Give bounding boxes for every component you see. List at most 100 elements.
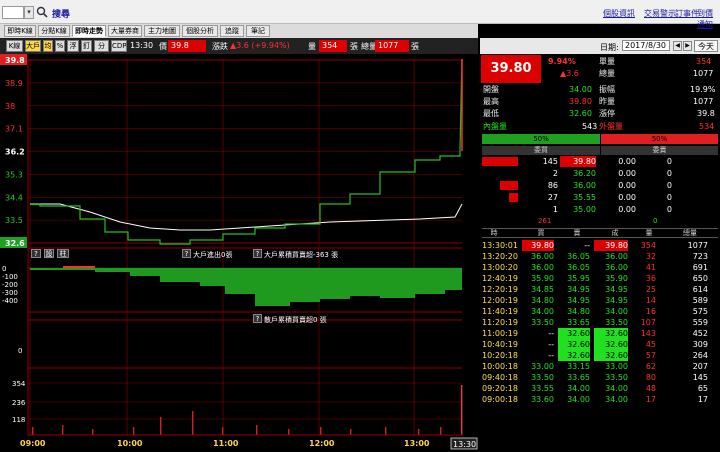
tab-5[interactable]: 個股分析 [182,25,218,37]
outer-ratio-bar: 50% [601,134,718,144]
trade-cell: 35.90 [531,274,554,283]
date-input[interactable]: 2017/8/30 [622,40,670,51]
trade-cell: 36 [645,274,656,283]
flow-tick-label: -300 [2,289,18,297]
help-button-4[interactable]: ? [253,314,262,323]
trade-row: 11:40:19 34.00 34.80 34.00 16 575 [482,306,718,317]
trade-cell: 36.05 [567,252,590,261]
trade-cell: 650 [692,274,708,283]
next-day-button[interactable]: ▶ [683,41,692,51]
trade-cell: 65 [697,384,708,393]
tab-3[interactable]: 大量券商 [108,25,142,37]
volume-label: 量 [308,42,316,51]
trade-cell: 33.50 [531,373,554,382]
bar-toggle-button[interactable]: 柱 [57,249,69,258]
tab-1[interactable]: 分點K線 [38,25,70,37]
toolbar-button-1[interactable]: 大戶 [25,40,41,52]
tab-4[interactable]: 主力地圖 [144,25,180,37]
trade-cell: 723 [692,252,708,261]
total-value: 1077 [375,40,409,52]
trade-cell: 48 [645,384,656,393]
tab-2[interactable]: 即時走勢 [72,25,106,37]
volume-bar [320,427,322,435]
help-button-2[interactable]: ? [182,249,191,258]
link-trade-alert[interactable]: 交易警示 [644,8,676,19]
stock-code-input[interactable] [2,6,24,19]
order-book-cell: 145 [542,157,558,166]
trade-header-cell: 量 [645,229,653,237]
trade-header-cell: 總量 [683,229,697,237]
trade-cell: 17 [697,395,708,404]
trade-header-cell: 時 [490,229,498,237]
help-button[interactable]: ? [31,249,41,258]
trade-row: 13:20:20 36.00 36.05 36.00 32 723 [482,251,718,262]
intraday-chart[interactable]: 39.838.93837.136.235.334.433.532.6 0-100… [0,54,478,452]
trade-cell: 36.00 [531,263,554,272]
tab-0[interactable]: 即時K線 [4,25,36,37]
trade-cell: 16 [645,307,656,316]
trade-cell: 614 [692,285,708,294]
trade-cell: 107 [640,318,656,327]
search-label[interactable]: 搜尋 [52,7,70,20]
tab-7[interactable]: 筆記 [246,25,270,37]
trade-cell: 45 [645,340,656,349]
settings-button[interactable]: 設 [44,249,54,258]
toolbar-button-7[interactable]: CDP [111,40,127,52]
time-tick-label: 11:00 [213,439,239,448]
tab-6[interactable]: 追蹤 [220,25,244,37]
trade-cell: 11:40:19 [482,307,518,316]
trade-cell: 36.00 [531,252,554,261]
toolbar-time: 13:30 [130,41,154,50]
inner-volume-label: 內盤量 [483,122,507,131]
volume-bar [192,411,194,435]
toolbar-button-2[interactable]: 均 [43,40,53,52]
trade-cell: 33.60 [531,395,554,404]
trade-cell: 309 [692,340,708,349]
link-stock-info[interactable]: 個股資訊 [603,8,635,19]
trade-cell: 34.00 [605,395,628,404]
trade-row: 09:00:18 33.60 34.00 34.00 17 17 [482,394,718,405]
toolbar-button-0[interactable]: K線 [6,40,23,52]
link-price-alert[interactable]: 到價通知 [697,8,720,30]
trade-cell: -- [548,351,554,360]
trade-cell: 12:40:19 [482,274,518,283]
order-book-cell: 0.00 [618,169,636,178]
trade-cell: 33.65 [567,373,590,382]
order-book-cell: 86 [547,181,558,190]
trade-cell: 32.60 [558,328,590,339]
trade-cell: 207 [692,362,708,371]
order-book-cell: 2 [552,169,558,178]
toolbar-button-5[interactable]: 釘 [81,40,92,52]
order-book-row: 86 36.00 0.00 0 [482,180,718,191]
trade-row: 13:30:01 39.80 -- 39.80 354 1077 [482,240,718,251]
toolbar-button-6[interactable]: 分價 [94,40,109,61]
ask-total: 0 [653,217,658,225]
toolbar-button-3[interactable]: % [55,40,65,52]
trade-row: 12:20:19 34.85 34.95 34.95 25 614 [482,284,718,295]
mid-tick-label: 0 [18,347,22,355]
trade-cell: 33.65 [567,318,590,327]
volume-value: 354 [319,40,347,52]
prev-volume-label: 昨量 [599,97,615,106]
volume-bar [350,429,352,435]
trade-row: 11:00:19 -- 32.60 32.60 143 452 [482,328,718,339]
stock-dropdown-button[interactable]: ▾ [24,6,34,19]
trade-cell: 57 [645,351,656,360]
today-button[interactable]: 今天 [694,40,718,52]
volume-bar [222,427,224,435]
trade-cell: 33.50 [605,373,628,382]
search-icon[interactable] [36,6,50,19]
outer-volume-value: 534 [699,122,715,131]
volume-bar [160,417,162,435]
price-tick-label: 37.1 [5,125,23,134]
link-events[interactable]: 訂事件 [675,8,699,19]
trade-cell: 36.00 [605,252,628,261]
trade-cell: 17 [645,395,656,404]
big-price: 39.80 [481,55,541,83]
trade-cell: 34.00 [567,395,590,404]
trade-cell: 34.95 [605,285,628,294]
toolbar-button-4[interactable]: 浮 [67,40,79,52]
inner-ratio-bar: 50% [482,134,600,144]
help-button-3[interactable]: ? [253,249,262,258]
prev-day-button[interactable]: ◀ [673,41,682,51]
